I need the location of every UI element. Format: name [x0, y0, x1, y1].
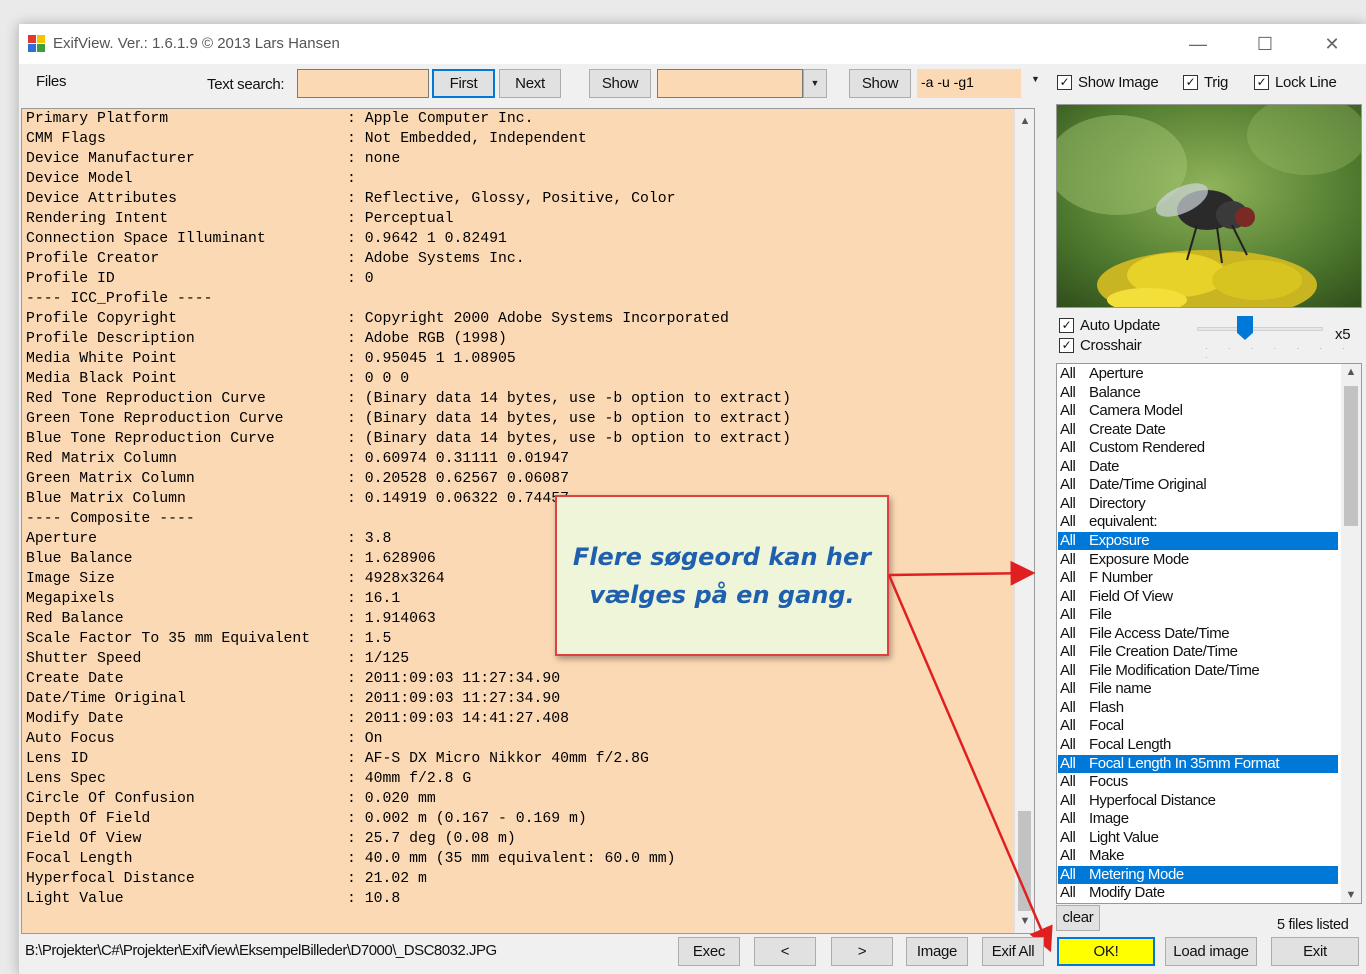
image-button[interactable]: Image: [906, 937, 968, 966]
arrow-to-list: [888, 560, 1036, 586]
exifview-window: ExifView. Ver.: 1.6.1.9 © 2013 Lars Hans…: [18, 24, 1366, 974]
exec-button[interactable]: Exec: [678, 937, 740, 966]
next-file-button[interactable]: >: [831, 937, 893, 966]
callout-arrows: [887, 560, 1053, 953]
load-image-button[interactable]: Load image: [1165, 937, 1257, 966]
file-path: B:\Projekter\C#\Projekter\ExifView\Eksem…: [25, 942, 497, 959]
prev-file-button[interactable]: <: [754, 937, 816, 966]
arrow-to-ok: [887, 574, 1053, 953]
ok-button[interactable]: OK!: [1057, 937, 1155, 966]
exit-button[interactable]: Exit: [1271, 937, 1359, 966]
exif-all-button[interactable]: Exif All: [982, 937, 1044, 966]
